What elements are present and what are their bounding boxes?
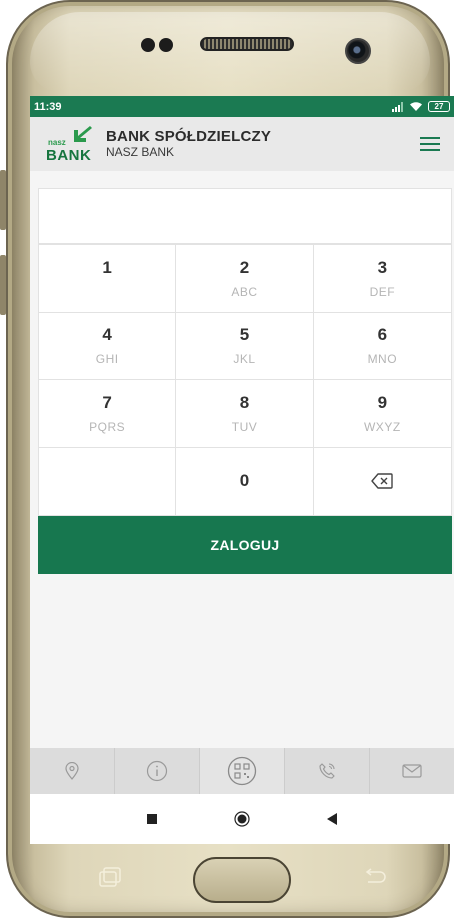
hardware-home-button [193,857,291,903]
bank-logo: nasz BANK [46,124,100,164]
key-2[interactable]: 2 ABC [176,245,314,313]
wifi-icon [410,102,422,111]
square-icon [147,814,157,824]
key-letters: ABC [231,284,258,299]
status-icons: 27 [392,101,450,112]
circle-icon [234,811,250,827]
key-4[interactable]: 4 GHI [39,312,177,380]
logo-big-text: BANK [46,147,92,164]
earpiece-speaker [200,37,294,51]
sensor-dots [141,38,177,57]
brand-block: BANK SPÓŁDZIELCZY NASZ BANK [106,129,271,159]
key-7[interactable]: 7 PQRS [39,380,177,448]
status-time: 11:39 [34,100,62,113]
volume-down-button [0,255,6,315]
status-bar: 11:39 27 [30,96,454,117]
tab-phone[interactable] [285,748,370,794]
key-letters: MNO [367,352,398,367]
nav-back-button[interactable] [322,809,342,829]
key-digit: 3 [377,257,388,277]
tab-info[interactable] [115,748,200,794]
front-camera [345,38,371,64]
tab-qr-code[interactable] [200,748,285,794]
key-letters: GHI [95,352,119,367]
key-letters: PQRS [89,419,126,434]
login-button[interactable]: ZALOGUJ [38,516,452,574]
key-letters: JKL [233,352,256,367]
key-empty [39,447,177,515]
key-digit: 1 [102,257,112,277]
logo-small-text: nasz [48,138,66,147]
hamburger-menu-icon[interactable] [420,137,440,151]
tab-mail[interactable] [370,748,454,794]
nav-home-button[interactable] [232,809,252,829]
key-digit: 6 [377,325,388,345]
phone-call-icon [319,763,335,779]
key-5[interactable]: 5 JKL [176,312,314,380]
qr-code-icon [227,756,257,786]
key-3[interactable]: 3 DEF [313,245,451,313]
key-0[interactable]: 0 [176,447,314,515]
backspace-key[interactable] [313,447,451,515]
nav-recents-button[interactable] [142,809,162,829]
backspace-icon [371,473,394,489]
key-9[interactable]: 9 WXYZ [313,380,451,448]
signal-icon [392,101,403,112]
battery-icon: 27 [428,101,450,112]
triangle-back-icon [327,813,337,825]
bottom-tab-bar [30,748,454,794]
key-letters: WXYZ [363,419,401,434]
pin-keypad: 1 2 ABC 3 DEF 4 GHI 5 JKL 6 MNO 7 PQRS 8 [38,244,452,516]
key-digit: 8 [239,392,250,412]
mail-icon [402,764,422,778]
app-header: nasz BANK BANK SPÓŁDZIELCZY NASZ BANK [30,117,454,171]
info-icon [146,760,168,782]
phone-screen: 11:39 27 nasz BANK BANK SPÓŁDZIELCZY NAS… [30,96,454,844]
hardware-back-icon [365,868,386,883]
key-letters: TUV [231,419,258,434]
key-6[interactable]: 6 MNO [313,312,451,380]
volume-up-button [0,170,6,230]
hardware-recents-icon [99,867,121,887]
key-digit: 7 [102,392,112,412]
bank-title: BANK SPÓŁDZIELCZY [106,128,272,146]
pin-input[interactable] [38,188,452,244]
key-letters: DEF [369,284,396,299]
logo-arrow-icon [74,126,92,142]
key-1[interactable]: 1 [39,245,177,313]
bank-subtitle: NASZ BANK [106,144,175,159]
key-digit: 2 [239,257,250,277]
key-digit: 9 [377,392,388,412]
key-digit: 5 [239,325,250,345]
android-nav-bar [30,794,454,844]
key-8[interactable]: 8 TUV [176,380,314,448]
location-icon [65,762,79,780]
key-digit: 4 [102,325,112,345]
tab-location[interactable] [30,748,115,794]
key-digit: 0 [239,471,250,491]
